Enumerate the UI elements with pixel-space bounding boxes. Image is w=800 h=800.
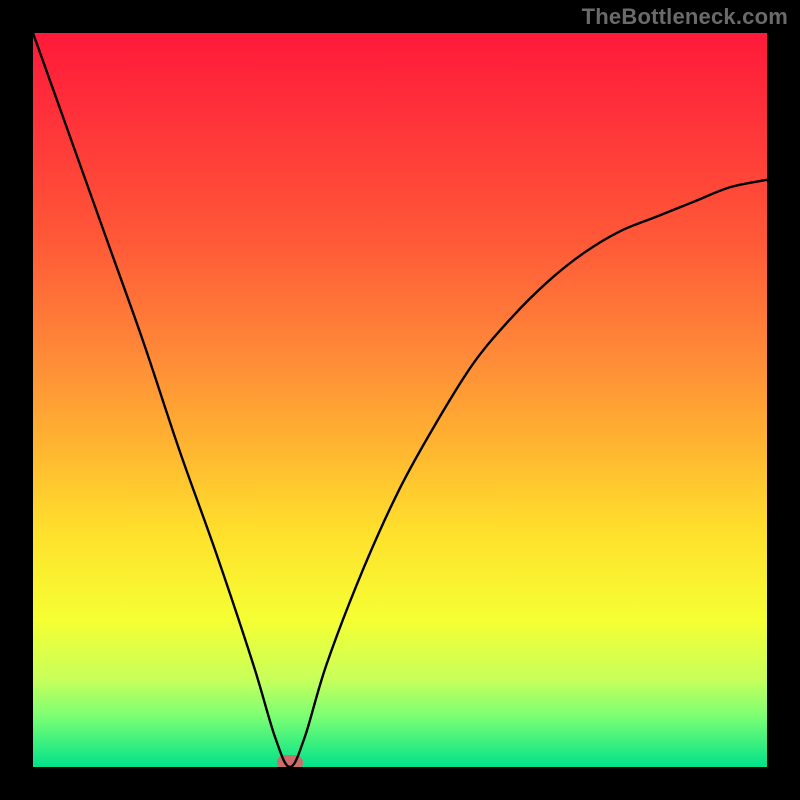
watermark-text: TheBottleneck.com (582, 4, 788, 30)
bottleneck-curve (33, 33, 767, 767)
bottleneck-curve-svg (33, 33, 767, 767)
chart-frame: TheBottleneck.com (0, 0, 800, 800)
plot-area (33, 33, 767, 767)
